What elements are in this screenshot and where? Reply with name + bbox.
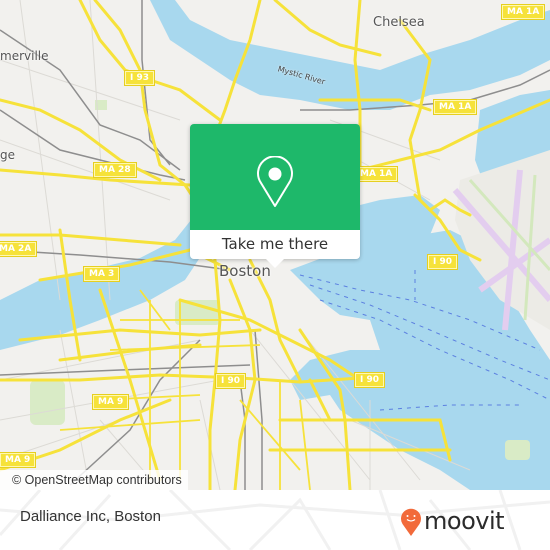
road-shield-ma1a-mid: MA 1A: [434, 100, 477, 114]
popup-pointer: [265, 258, 285, 268]
footer-bar: Dalliance Inc, Boston moovit: [0, 490, 550, 550]
place-label-boston: Boston: [219, 262, 271, 280]
take-me-there-button[interactable]: Take me there: [190, 230, 360, 259]
moovit-wordmark: moovit: [424, 507, 505, 535]
road-shield-ma3: MA 3: [84, 267, 120, 281]
popup-header[interactable]: [190, 124, 360, 230]
place-label-chelsea: Chelsea: [373, 15, 425, 30]
road-shield-ma9-west: MA 9: [0, 453, 36, 467]
road-shield-i90-south: I 90: [355, 373, 385, 387]
place-label-somerville: merville: [0, 49, 49, 63]
road-shield-i90-center: I 90: [216, 374, 246, 388]
map-attribution[interactable]: © OpenStreetMap contributors: [0, 470, 188, 490]
moovit-smiley-pin-icon: [401, 508, 421, 536]
map-pin-icon: [257, 156, 293, 207]
moovit-logo[interactable]: moovit: [400, 504, 540, 538]
map[interactable]: Chelsea merville ge Boston Mystic River …: [0, 0, 550, 490]
place-label-cambridge: ge: [0, 148, 15, 162]
road-shield-i90-east: I 90: [428, 255, 458, 269]
road-shield-i93: I 93: [125, 71, 155, 85]
road-shield-ma1a-low: MA 1A: [355, 167, 398, 181]
road-shield-ma2a: MA 2A: [0, 242, 37, 256]
road-shield-ma1a-top: MA 1A: [502, 5, 545, 19]
road-shield-ma9-center: MA 9: [93, 395, 129, 409]
road-shield-ma28: MA 28: [94, 163, 136, 177]
place-name: Dalliance Inc, Boston: [20, 508, 161, 525]
take-me-there-popup[interactable]: Take me there: [190, 124, 360, 268]
